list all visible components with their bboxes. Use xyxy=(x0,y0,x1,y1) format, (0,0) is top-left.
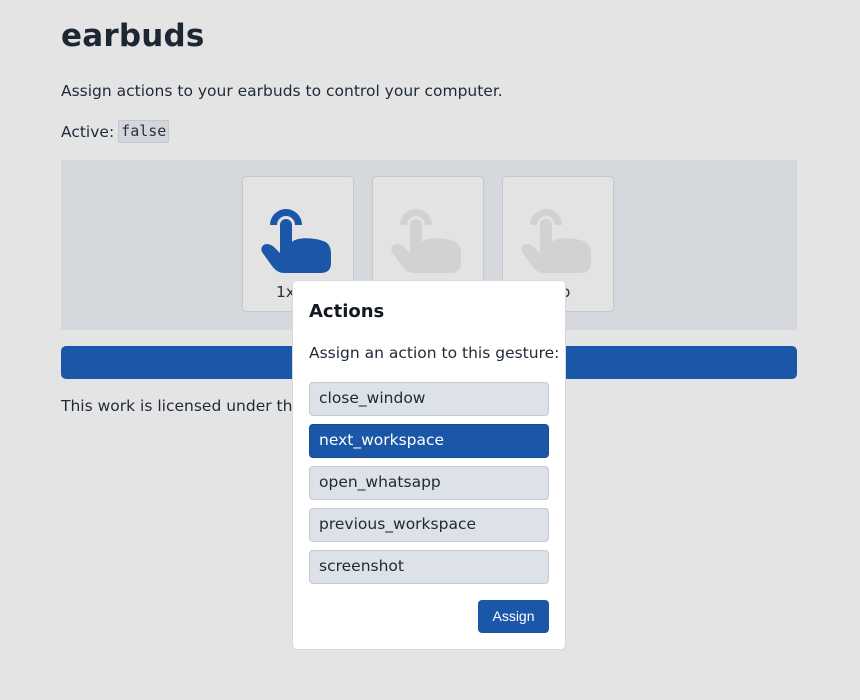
actions-dialog: Actions Assign an action to this gesture… xyxy=(292,280,566,650)
tap-finger-icon xyxy=(391,209,461,273)
assign-button[interactable]: Assign xyxy=(478,600,549,633)
action-option-previous-workspace[interactable]: previous_workspace xyxy=(309,508,549,542)
tap-finger-icon xyxy=(261,209,331,273)
page-title: earbuds xyxy=(61,18,205,54)
dialog-prompt: Assign an action to this gesture: xyxy=(309,344,560,362)
earbuds-page: earbuds Assign actions to your earbuds t… xyxy=(0,0,860,700)
action-option-close-window[interactable]: close_window xyxy=(309,382,549,416)
action-option-open-whatsapp[interactable]: open_whatsapp xyxy=(309,466,549,500)
active-value: false xyxy=(118,120,170,143)
tap-finger-icon xyxy=(521,209,591,273)
dialog-title: Actions xyxy=(309,301,385,322)
active-label: Active: xyxy=(61,122,115,141)
page-description: Assign actions to your earbuds to contro… xyxy=(61,82,503,100)
active-status: Active: false xyxy=(61,120,170,143)
action-option-next-workspace[interactable]: next_workspace xyxy=(309,424,549,458)
action-option-screenshot[interactable]: screenshot xyxy=(309,550,549,584)
license-text: This work is licensed under the xyxy=(61,397,302,415)
